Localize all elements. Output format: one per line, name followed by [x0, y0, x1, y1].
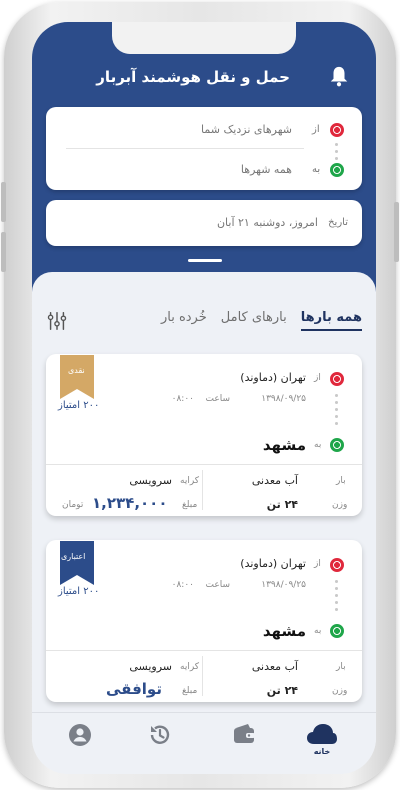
card-divider	[46, 650, 362, 651]
origin-city: تهران (دماوند)	[240, 557, 306, 570]
date-value[interactable]: امروز، دوشنبه ۲۱ آبان	[217, 216, 318, 229]
filter-sliders-icon[interactable]	[46, 310, 68, 332]
destination-dot-icon	[330, 438, 344, 452]
weight-label: وزن	[332, 500, 348, 510]
destination-label: به	[314, 440, 322, 450]
cargo-label: بار	[336, 476, 346, 486]
tab-all-loads[interactable]: همه بارها	[300, 310, 362, 331]
origin-label: از	[314, 373, 321, 383]
nav-profile[interactable]	[60, 723, 100, 763]
fare-label: کرایه	[180, 662, 200, 672]
weight-label: وزن	[332, 686, 348, 696]
fare-type: سرویسی	[129, 660, 172, 673]
amount-value: توافقی	[106, 680, 162, 698]
route-dots	[335, 143, 338, 164]
cargo-value: آب معدنی	[251, 660, 298, 673]
cargo-value: آب معدنی	[251, 474, 298, 487]
destination-dot-icon	[330, 163, 344, 177]
payment-ribbon	[60, 541, 94, 585]
from-label: از	[312, 124, 320, 135]
from-value[interactable]: شهرهای نزدیک شما	[201, 123, 292, 136]
origin-label: از	[314, 559, 321, 569]
date-search-box[interactable]: تاریخ امروز، دوشنبه ۲۱ آبان	[46, 200, 362, 246]
app-screen: حمل و نقل هوشمند آبربار از شهرهای نزدیک …	[32, 22, 376, 774]
route-dots	[335, 394, 338, 429]
to-value[interactable]: همه شهرها	[241, 163, 292, 176]
time-label: ساعت	[205, 580, 231, 590]
column-separator	[202, 656, 203, 696]
volume-button	[1, 232, 6, 272]
date-label: تاریخ	[328, 217, 348, 228]
drag-handle[interactable]	[188, 259, 222, 262]
cargo-label: بار	[336, 662, 346, 672]
origin-city: تهران (دماوند)	[240, 371, 306, 384]
profile-icon	[69, 724, 91, 746]
nav-home[interactable]: خانه	[302, 723, 342, 763]
tab-full-loads[interactable]: بارهای کامل	[221, 310, 287, 331]
nav-home-label: خانه	[313, 747, 331, 756]
origin-dot-icon	[330, 372, 344, 386]
card-divider	[46, 464, 362, 465]
weight-value: ۲۴ تن	[266, 684, 298, 697]
amount-label: مبلغ	[182, 686, 198, 696]
load-card[interactable]: اعتباری ۲۰۰ امتیاز از تهران (دماوند) ۱۳۹…	[46, 540, 362, 702]
tab-partial-loads[interactable]: خُرده بار	[161, 310, 207, 331]
power-button	[394, 202, 399, 262]
route-dots	[335, 580, 338, 615]
wallet-icon	[234, 724, 255, 743]
history-icon	[150, 725, 170, 744]
nav-history[interactable]	[140, 723, 180, 763]
loads-panel: همه بارها بارهای کامل خُرده بار نقدی ۲۰۰…	[32, 272, 376, 732]
points-value: ۲۰۰ امتیاز	[58, 400, 100, 411]
payment-ribbon	[60, 355, 94, 399]
points-value: ۲۰۰ امتیاز	[58, 586, 100, 597]
app-title: حمل و نقل هوشمند آبربار	[96, 68, 290, 86]
device-notch	[112, 22, 296, 54]
load-date: ۱۳۹۸/۰۹/۲۵	[261, 580, 306, 590]
app-header: حمل و نقل هوشمند آبربار از شهرهای نزدیک …	[32, 22, 376, 312]
payment-type: اعتباری	[61, 552, 86, 561]
weight-value: ۲۴ تن	[266, 498, 298, 511]
time-label: ساعت	[205, 394, 231, 404]
destination-city: مشهد	[262, 622, 306, 640]
origin-dot-icon	[330, 558, 344, 572]
destination-dot-icon	[330, 624, 344, 638]
destination-city: مشهد	[262, 436, 306, 454]
column-separator	[202, 470, 203, 510]
field-divider	[66, 148, 304, 149]
phone-frame: حمل و نقل هوشمند آبربار از شهرهای نزدیک …	[1, 2, 399, 788]
home-cloud-icon	[307, 724, 337, 744]
amount-label: مبلغ	[182, 500, 198, 510]
bottom-navigation: خانه	[32, 712, 376, 774]
destination-label: به	[314, 626, 322, 636]
load-date: ۱۳۹۸/۰۹/۲۵	[261, 394, 306, 404]
amount-value: ۱,۲۳۴,۰۰۰	[92, 494, 168, 512]
bell-icon[interactable]	[328, 64, 350, 88]
route-search-box[interactable]: از شهرهای نزدیک شما به همه شهرها	[46, 107, 362, 190]
nav-wallet[interactable]	[224, 723, 264, 763]
volume-button	[1, 182, 6, 222]
load-time: ۰۸:۰۰	[171, 580, 194, 590]
load-type-tabs: همه بارها بارهای کامل خُرده بار	[161, 310, 362, 331]
fare-label: کرایه	[180, 476, 200, 486]
fare-type: سرویسی	[129, 474, 172, 487]
to-label: به	[312, 164, 321, 175]
load-time: ۰۸:۰۰	[171, 394, 194, 404]
load-card[interactable]: نقدی ۲۰۰ امتیاز از تهران (دماوند) ۱۳۹۸/۰…	[46, 354, 362, 516]
origin-dot-icon	[330, 123, 344, 137]
payment-type: نقدی	[68, 366, 85, 375]
currency-label: تومان	[62, 500, 84, 510]
